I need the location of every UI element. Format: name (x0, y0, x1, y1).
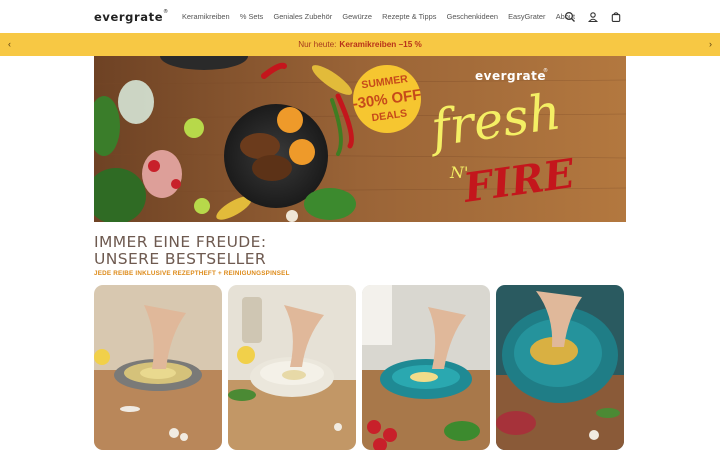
nav-item-geschenkideen[interactable]: Geschenkideen (447, 12, 498, 21)
nav-item-rezepte[interactable]: Rezepte & Tipps (382, 12, 436, 21)
product-card-1[interactable] (94, 285, 222, 450)
nav-item-easygrater[interactable]: EasyGrater (508, 12, 545, 21)
logo-text[interactable]: evergrate (94, 10, 163, 24)
product-image-3 (362, 285, 490, 450)
hero-banner[interactable]: SUMMER -30% OFF DEALS evergrate ® fresh … (94, 56, 626, 222)
product-card-4[interactable] (496, 285, 624, 450)
hero-brand-mark: ® (543, 67, 548, 74)
search-icon[interactable] (564, 10, 576, 22)
logo[interactable]: evergrate® (94, 9, 169, 24)
logo-registered-mark: ® (163, 9, 169, 15)
hero-image: SUMMER -30% OFF DEALS evergrate ® fresh … (94, 56, 626, 222)
bestseller-title-line2: UNSERE BESTSELLER (94, 249, 267, 268)
nav-item-sets[interactable]: % Sets (240, 12, 263, 21)
chevron-right-icon[interactable]: › (709, 39, 712, 49)
promo-bar: ‹ Nur heute: Keramikreiben –15 % › (0, 33, 720, 56)
cart-icon[interactable] (610, 10, 622, 22)
promo-highlight[interactable]: Keramikreiben –15 % (339, 40, 421, 49)
product-image-1 (94, 285, 222, 450)
nav-item-keramikreiben[interactable]: Keramikreiben (182, 12, 230, 21)
user-icon[interactable] (587, 10, 599, 23)
hero-brand: evergrate (475, 69, 546, 83)
nav-item-gewuerze[interactable]: Gewürze (342, 12, 372, 21)
product-card-2[interactable] (228, 285, 356, 450)
product-card-3[interactable] (362, 285, 490, 450)
site-header: evergrate® Keramikreiben % Sets Geniales… (0, 0, 720, 33)
bestseller-title: IMMER EINE FREUDE: UNSERE BESTSELLER (94, 234, 266, 267)
promo-prefix: Nur heute: (298, 40, 337, 49)
bestseller-subtitle: JEDE REIBE INKLUSIVE REZEPTHEFT + REINIG… (94, 270, 290, 277)
product-image-4 (496, 285, 624, 450)
product-grid (94, 285, 624, 450)
header-icons (564, 10, 622, 23)
product-image-2 (228, 285, 356, 450)
bestseller-title-line1: IMMER EINE FREUDE: (94, 233, 267, 251)
main-nav: Keramikreiben % Sets Geniales Zubehör Ge… (182, 12, 585, 21)
nav-item-zubehoer[interactable]: Geniales Zubehör (273, 12, 332, 21)
chevron-left-icon[interactable]: ‹ (8, 39, 11, 49)
